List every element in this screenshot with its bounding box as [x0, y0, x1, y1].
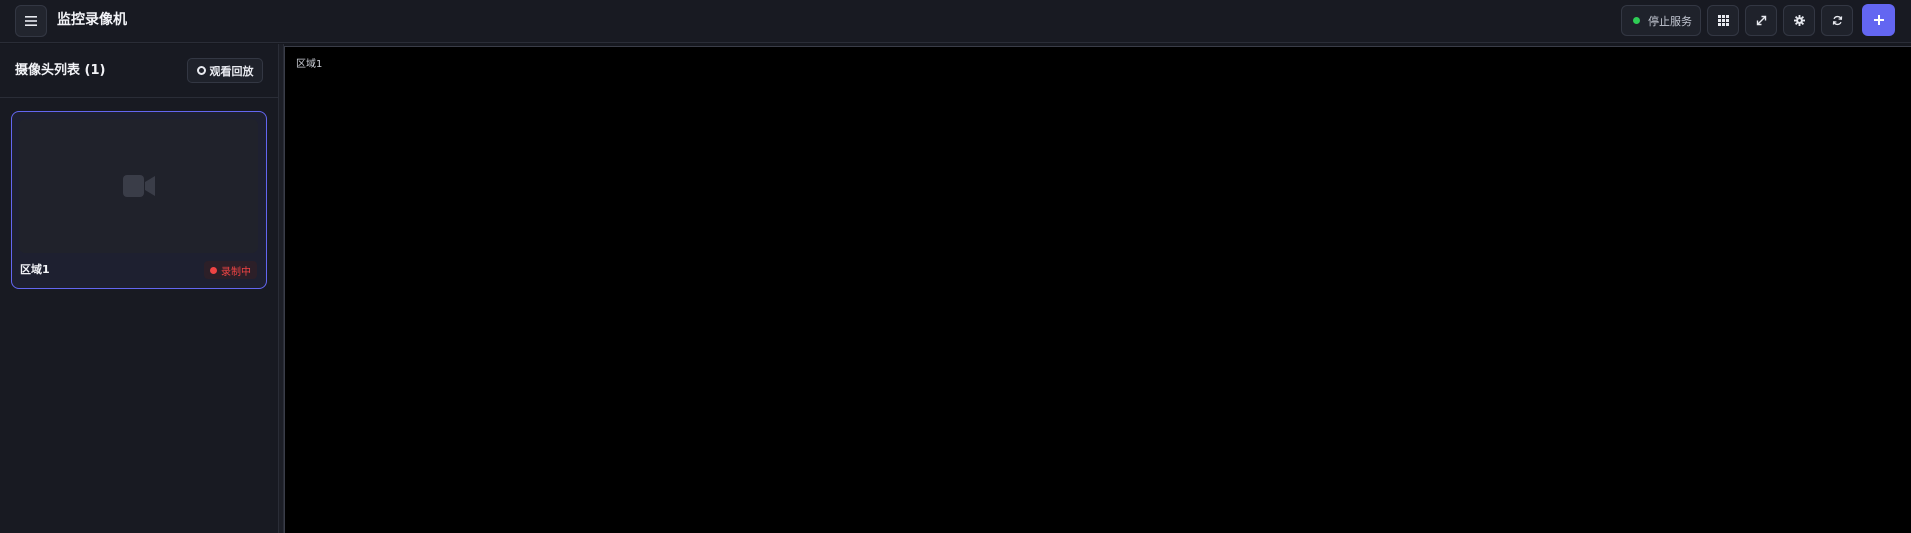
add-camera-button[interactable]	[1862, 4, 1895, 36]
recording-status-label: 录制中	[221, 266, 251, 278]
plus-icon	[1873, 15, 1884, 25]
menu-button[interactable]	[15, 5, 47, 37]
video-region-label: 区域1	[296, 59, 323, 70]
stop-service-button[interactable]: 停止服务	[1621, 5, 1701, 36]
fullscreen-button[interactable]	[1745, 5, 1777, 36]
hamburger-icon	[25, 16, 37, 26]
camera-card[interactable]: 区域1 录制中	[11, 111, 267, 289]
service-status-indicator	[1633, 17, 1640, 24]
refresh-icon	[1832, 15, 1842, 26]
grid-layout-button[interactable]	[1707, 5, 1739, 36]
camera-list-title: 摄像头列表 (1)	[15, 63, 106, 78]
stop-service-label: 停止服务	[1648, 14, 1692, 28]
expand-icon	[1756, 15, 1766, 26]
grid-icon	[1717, 15, 1729, 26]
settings-button[interactable]	[1783, 5, 1815, 36]
sidebar-header: 摄像头列表 (1) 观看回放	[0, 44, 279, 98]
recording-indicator	[210, 266, 217, 274]
refresh-button[interactable]	[1821, 5, 1853, 36]
play-circle-icon	[196, 66, 206, 75]
video-camera-icon	[122, 175, 155, 197]
video-viewport[interactable]: 区域1	[284, 46, 1911, 533]
top-header: 监控录像机 停止服务	[0, 0, 1911, 43]
camera-sidebar: 摄像头列表 (1) 观看回放 区域1 录制中	[0, 44, 279, 533]
watch-playback-label: 观看回放	[209, 64, 254, 78]
app-title: 监控录像机	[57, 12, 127, 28]
gear-icon	[1793, 15, 1805, 26]
camera-name: 区域1	[20, 263, 50, 276]
camera-preview	[19, 119, 258, 253]
recording-status-badge: 录制中	[204, 261, 257, 279]
watch-playback-button[interactable]: 观看回放	[187, 58, 263, 83]
